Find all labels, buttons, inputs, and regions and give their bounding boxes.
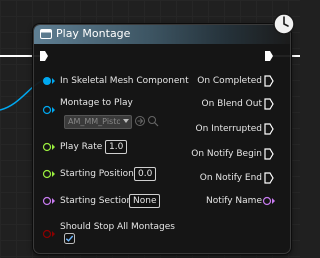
latent-clock-icon [273, 13, 295, 35]
skeletal-mesh-pin[interactable] [42, 75, 56, 87]
montage-asset-value: AM_MM_Pistol_ [68, 117, 120, 126]
play-montage-node[interactable]: Play Montage In Skeletal Mesh Component … [33, 24, 291, 254]
play-rate-pin[interactable] [42, 141, 56, 153]
montage-asset-dropdown[interactable]: AM_MM_Pistol_ [64, 115, 132, 129]
on-blend-out-pin[interactable] [264, 98, 274, 110]
on-completed-label: On Completed [197, 76, 262, 86]
node-header[interactable]: Play Montage [34, 25, 290, 44]
chevron-down-icon [123, 119, 129, 123]
exec-output-pin[interactable] [264, 50, 274, 62]
browse-asset-search-icon[interactable] [147, 115, 159, 127]
starting-position-label: Starting Position [60, 169, 134, 179]
on-completed-pin[interactable] [264, 75, 274, 87]
on-notify-begin-label: On Notify Begin [191, 149, 262, 159]
montage-pin[interactable] [42, 104, 56, 116]
stop-all-montages-label: Should Stop All Montages [60, 222, 176, 232]
on-interrupted-pin[interactable] [264, 123, 274, 135]
node-title: Play Montage [56, 27, 131, 40]
notify-name-pin[interactable] [262, 195, 276, 207]
montage-label: Montage to Play [60, 98, 133, 108]
exec-input-pin[interactable] [39, 50, 49, 62]
use-selected-asset-icon[interactable] [134, 115, 146, 127]
starting-section-label: Starting Section [60, 196, 133, 206]
starting-position-input[interactable]: 0.0 [134, 167, 157, 181]
on-blend-out-label: On Blend Out [201, 99, 262, 109]
skeletal-mesh-label: In Skeletal Mesh Component [60, 76, 189, 86]
stop-all-montages-checkbox[interactable] [64, 233, 75, 244]
stop-all-montages-pin[interactable] [42, 228, 56, 240]
on-notify-begin-pin[interactable] [264, 148, 274, 160]
play-rate-input[interactable]: 1.0 [105, 140, 128, 154]
starting-section-pin[interactable] [42, 195, 56, 207]
play-rate-label: Play Rate [60, 142, 103, 152]
on-notify-end-label: On Notify End [199, 173, 262, 183]
function-icon [40, 29, 52, 39]
notify-name-label: Notify Name [205, 196, 262, 206]
on-notify-end-pin[interactable] [264, 172, 274, 184]
on-interrupted-label: On Interrupted [195, 124, 262, 134]
starting-section-input[interactable]: None [129, 194, 161, 208]
starting-position-pin[interactable] [42, 168, 56, 180]
